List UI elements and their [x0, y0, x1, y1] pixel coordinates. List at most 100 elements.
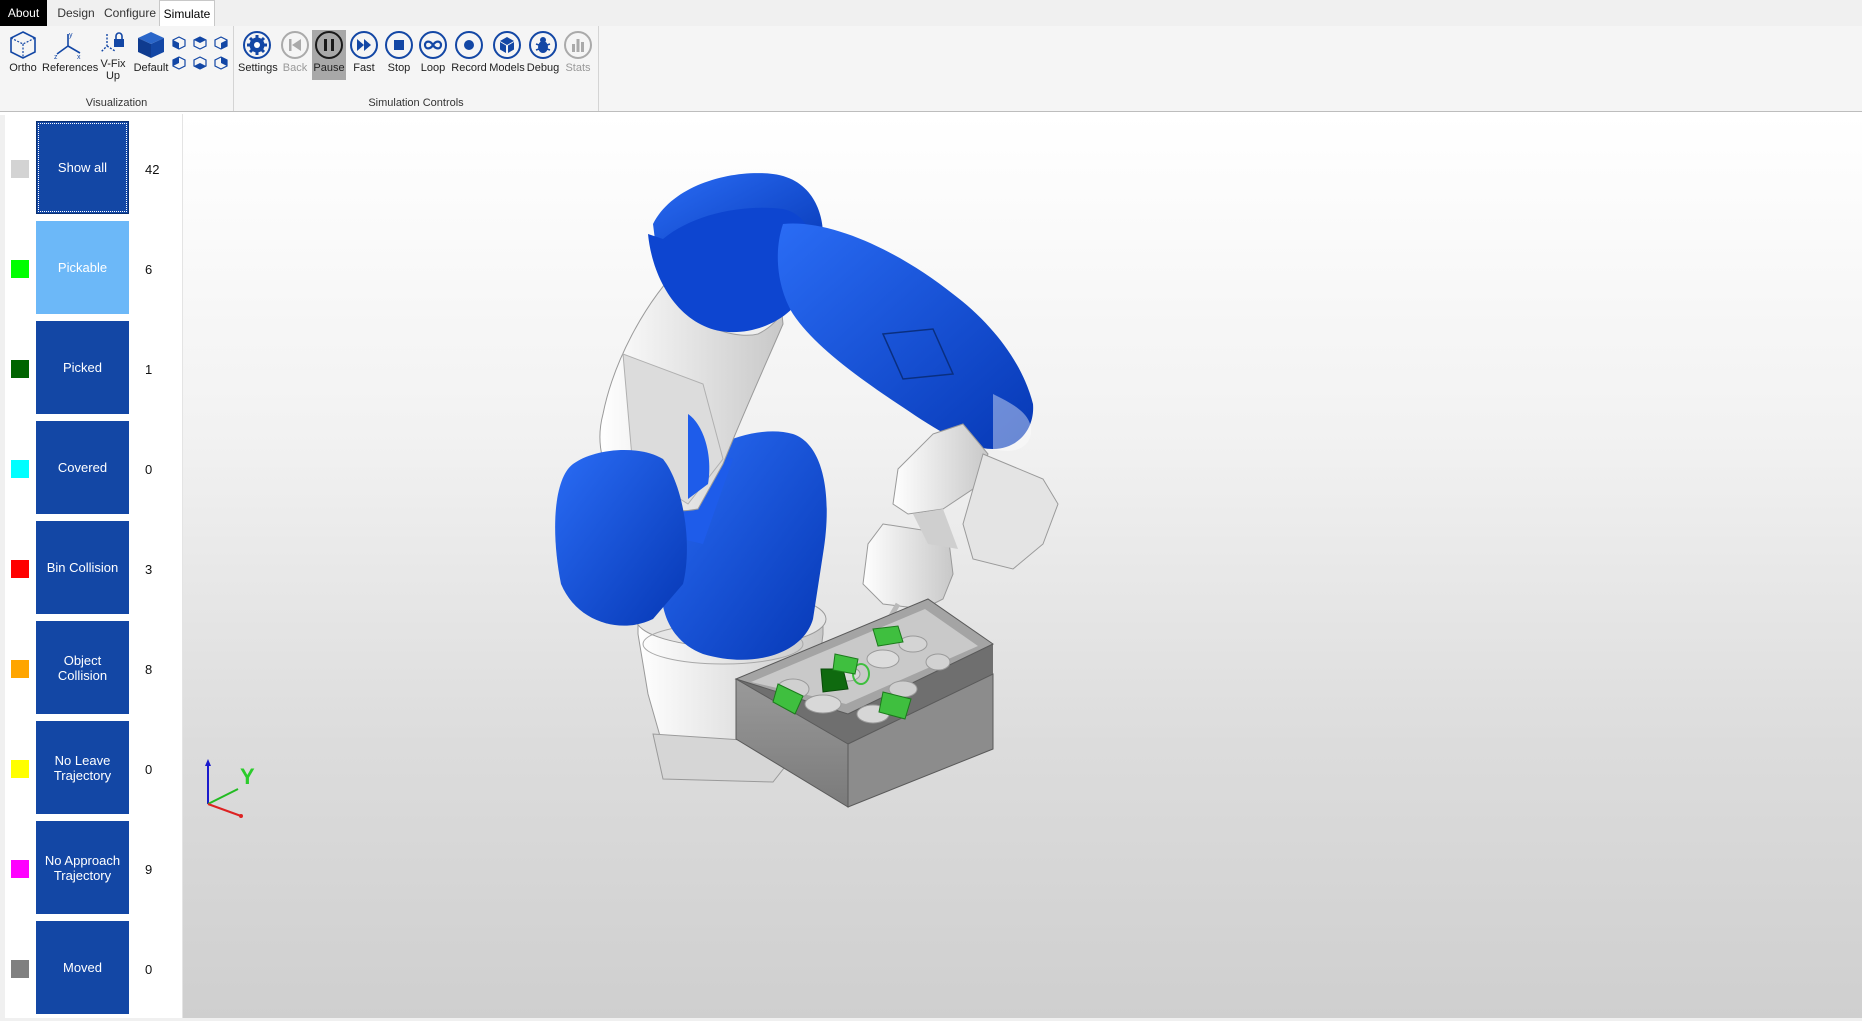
ribbon: Ortho y z x References V-Fix Up Default … — [0, 26, 1862, 112]
debug-label: Debug — [526, 62, 560, 74]
fast-label: Fast — [353, 62, 375, 74]
no-leave-trajectory-button[interactable]: No Leave Trajectory — [36, 721, 129, 814]
record-icon — [455, 31, 483, 59]
covered-button[interactable]: Covered — [36, 421, 129, 514]
count-moved: 0 — [145, 962, 153, 977]
loop-icon — [419, 31, 447, 59]
tab-configure[interactable]: Configure — [102, 0, 158, 26]
fast-forward-icon — [350, 31, 378, 59]
picked-button[interactable]: Picked — [36, 321, 129, 414]
tab-simulate[interactable]: Simulate — [159, 0, 215, 27]
robot-forearm — [777, 223, 1034, 451]
visualization-group-label: Visualization — [85, 97, 148, 109]
ortho-cube-icon — [10, 31, 36, 59]
pause-button[interactable]: Pause — [312, 30, 346, 80]
scene-render — [205, 173, 1059, 818]
tab-about[interactable]: About — [0, 0, 47, 26]
filter-row-covered: Covered 0 — [5, 421, 182, 521]
bin-collision-button[interactable]: Bin Collision — [36, 521, 129, 614]
record-button[interactable]: Record — [450, 30, 488, 74]
default-label: Default — [133, 62, 169, 74]
stop-label: Stop — [387, 62, 411, 74]
stop-icon — [385, 31, 413, 59]
count-show-all: 42 — [145, 162, 160, 177]
filter-row-object-collision: Object Collision 8 — [5, 621, 182, 721]
visualization-group: Ortho y z x References V-Fix Up Default … — [0, 26, 234, 111]
count-picked: 1 — [145, 362, 153, 377]
view-top-icon[interactable] — [193, 36, 207, 50]
fast-button[interactable]: Fast — [347, 30, 381, 74]
color-swatch-no-approach-trajectory — [11, 860, 29, 878]
models-button[interactable]: Models — [489, 30, 525, 74]
stats-button[interactable]: Stats — [561, 30, 595, 74]
gear-icon — [243, 31, 271, 59]
object-collision-button[interactable]: Object Collision — [36, 621, 129, 714]
filter-row-bin-collision: Bin Collision 3 — [5, 521, 182, 621]
color-swatch-bin-collision — [11, 560, 29, 578]
record-label: Record — [451, 62, 487, 74]
view-back-icon[interactable] — [172, 56, 186, 70]
count-object-collision: 8 — [145, 662, 153, 677]
back-label: Back — [282, 62, 308, 74]
loop-button[interactable]: Loop — [416, 30, 450, 74]
references-label: References — [42, 62, 99, 74]
color-swatch-picked — [11, 360, 29, 378]
pause-label: Pause — [313, 62, 345, 74]
debug-button[interactable]: Debug — [526, 30, 560, 74]
axis-y-label: Y — [240, 764, 255, 789]
stop-button[interactable]: Stop — [382, 30, 416, 74]
stats-bars-icon — [564, 31, 592, 59]
filter-row-show-all: Show all 42 — [5, 121, 182, 221]
tab-strip: About Design Configure Simulate — [0, 0, 1862, 27]
filter-row-moved: Moved 0 — [5, 921, 182, 1021]
filter-row-no-approach-trajectory: No Approach Trajectory 9 — [5, 821, 182, 921]
pickable-button[interactable]: Pickable — [36, 221, 129, 314]
svg-text:x: x — [77, 54, 81, 60]
back-button[interactable]: Back — [278, 30, 312, 74]
ortho-label: Ortho — [9, 62, 37, 74]
models-cube-icon — [493, 31, 521, 59]
show-all-button[interactable]: Show all — [36, 121, 129, 214]
vfix-up-label: V-Fix Up — [100, 58, 126, 82]
filter-row-no-leave-trajectory: No Leave Trajectory 0 — [5, 721, 182, 821]
axes-reference-icon: y z x — [54, 32, 81, 60]
default-view-button[interactable]: Default — [131, 30, 171, 74]
color-swatch-covered — [11, 460, 29, 478]
simulation-controls-group: Settings Back Pause Fast Stop Loop Recor… — [234, 26, 599, 111]
color-swatch-show-all — [11, 160, 29, 178]
tab-design[interactable]: Design — [52, 0, 100, 26]
pause-icon — [315, 31, 343, 59]
axis-triad — [205, 759, 243, 818]
models-label: Models — [489, 62, 525, 74]
count-no-approach-trajectory: 9 — [145, 862, 153, 877]
svg-text:z: z — [54, 54, 58, 60]
view-front-icon[interactable] — [172, 36, 186, 50]
ortho-button[interactable]: Ortho — [5, 30, 41, 74]
vfix-up-button[interactable]: V-Fix Up — [97, 30, 129, 82]
count-bin-collision: 3 — [145, 562, 153, 577]
count-no-leave-trajectory: 0 — [145, 762, 153, 777]
no-approach-trajectory-button[interactable]: No Approach Trajectory — [36, 821, 129, 914]
settings-button[interactable]: Settings — [238, 30, 278, 74]
filter-panel: Show all 42 Pickable 6 Picked 1 Covered … — [5, 114, 183, 1018]
count-pickable: 6 — [145, 262, 153, 277]
bug-icon — [529, 31, 557, 59]
color-swatch-pickable — [11, 260, 29, 278]
filter-row-picked: Picked 1 — [5, 321, 182, 421]
settings-label: Settings — [238, 62, 278, 74]
loop-label: Loop — [420, 62, 446, 74]
references-button[interactable]: y z x References — [42, 30, 99, 74]
view-bottom-icon[interactable] — [193, 56, 207, 70]
moved-button[interactable]: Moved — [36, 921, 129, 1014]
filter-row-pickable: Pickable 6 — [5, 221, 182, 321]
view-right-icon[interactable] — [214, 36, 228, 50]
color-swatch-moved — [11, 960, 29, 978]
skip-back-icon — [281, 31, 309, 59]
vfix-lock-icon — [100, 32, 124, 53]
count-covered: 0 — [145, 462, 153, 477]
color-swatch-object-collision — [11, 660, 29, 678]
simulation-controls-group-label: Simulation Controls — [368, 97, 464, 109]
color-swatch-no-leave-trajectory — [11, 760, 29, 778]
3d-viewport[interactable]: Y — [183, 114, 1862, 1018]
view-left-icon[interactable] — [214, 56, 228, 70]
